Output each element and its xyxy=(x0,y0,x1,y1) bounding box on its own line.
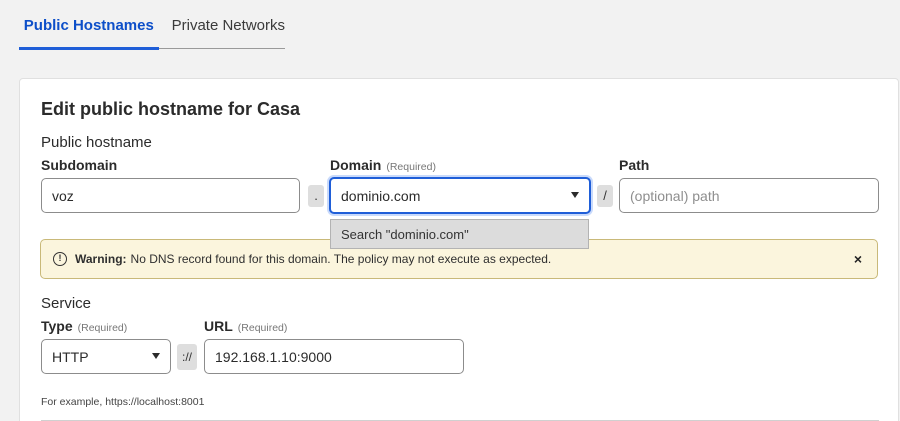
type-label: Type (Required) xyxy=(41,318,128,334)
dot-separator: . xyxy=(308,185,324,207)
tab-bar: Public Hostnames Private Networks xyxy=(19,0,285,50)
domain-search-option[interactable]: Search "dominio.com" xyxy=(330,219,589,249)
page-title: Edit public hostname for Casa xyxy=(41,99,301,119)
tab-public-hostnames[interactable]: Public Hostnames xyxy=(19,0,159,50)
warning-title: Warning: xyxy=(75,252,127,266)
path-input[interactable]: (optional) path xyxy=(619,178,879,213)
type-select[interactable]: HTTP xyxy=(41,339,171,374)
url-hint: For example, https://localhost:8001 xyxy=(41,396,205,408)
close-icon[interactable]: × xyxy=(854,251,862,267)
subdomain-input[interactable]: voz xyxy=(41,178,300,213)
slash-separator: / xyxy=(597,185,613,207)
subdomain-label: Subdomain xyxy=(41,157,118,173)
warning-icon: ! xyxy=(53,252,67,266)
url-input[interactable]: 192.168.1.10:9000 xyxy=(204,339,464,374)
scheme-separator: :// xyxy=(177,344,197,370)
url-label: URL (Required) xyxy=(204,318,288,334)
warning-message: No DNS record found for this domain. The… xyxy=(130,252,552,266)
path-label: Path xyxy=(619,157,650,173)
domain-label: Domain (Required) xyxy=(330,157,436,173)
tab-private-networks[interactable]: Private Networks xyxy=(159,0,285,49)
edit-hostname-card: Edit public hostname for Casa Public hos… xyxy=(19,78,899,421)
chevron-down-icon xyxy=(571,192,579,198)
public-hostname-section-label: Public hostname xyxy=(41,134,152,151)
service-section-label: Service xyxy=(41,295,92,312)
domain-select[interactable]: dominio.com xyxy=(329,177,591,214)
chevron-down-icon xyxy=(152,353,160,359)
